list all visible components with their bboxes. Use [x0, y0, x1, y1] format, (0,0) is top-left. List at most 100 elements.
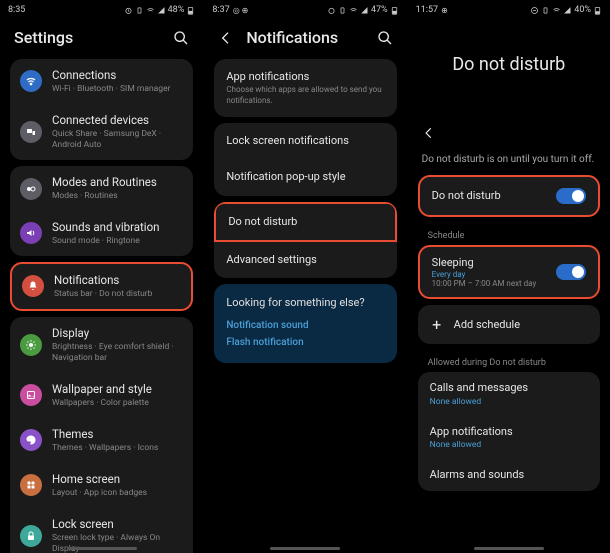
settings-item-sounds[interactable]: Sounds and vibrationSound mode · Rington…: [10, 211, 193, 256]
settings-item-wallpaper[interactable]: Wallpaper and styleWallpapers · Color pa…: [10, 373, 193, 418]
item-title: App notifications: [430, 425, 588, 439]
nav-pill[interactable]: [270, 547, 340, 550]
plus-icon: +: [430, 315, 444, 334]
dnd-status-text: Do not disturb is on until you turn it o…: [408, 154, 610, 175]
search-icon[interactable]: [173, 30, 189, 46]
status-bar: 11:57 ⊕ 40%: [408, 0, 610, 18]
settings-item-display[interactable]: DisplayBrightness · Eye comfort shield ·…: [10, 317, 193, 373]
dnd-toggle-row[interactable]: Do not disturb: [420, 177, 598, 215]
dnd-toggle[interactable]: [556, 188, 586, 204]
item-title: App notifications: [226, 70, 384, 84]
sleeping-toggle[interactable]: [556, 264, 586, 280]
settings-item-connected-devices[interactable]: Connected devicesQuick Share · Samsung D…: [10, 104, 193, 160]
modes-icon: [20, 178, 42, 200]
settings-item-themes[interactable]: ThemesThemes · Wallpapers · Icons: [10, 418, 193, 463]
back-button[interactable]: [218, 30, 234, 46]
item-sub: None allowed: [430, 397, 588, 407]
item-title: Sleeping: [432, 256, 537, 270]
item-sub: Wallpapers · Color palette: [52, 398, 183, 409]
back-button[interactable]: [408, 125, 610, 154]
wifi-icon: [349, 6, 358, 15]
item-title: Sounds and vibration: [52, 220, 183, 235]
home-icon: [20, 474, 42, 496]
schedule-sleeping-row[interactable]: Sleeping Every day 10:00 PM – 7:00 AM ne…: [420, 247, 598, 297]
themes-icon: [20, 429, 42, 451]
item-sub: Sound mode · Ringtone: [52, 236, 183, 247]
settings-item-modes[interactable]: Modes and RoutinesModes · Routines: [10, 166, 193, 211]
item-title: Add schedule: [454, 318, 520, 331]
wifi-icon: [146, 6, 155, 15]
alarm-icon: [327, 6, 336, 15]
app-notifications-allowed-row[interactable]: App notifications None allowed: [418, 416, 600, 459]
item-sub: Brightness · Eye comfort shield · Naviga…: [52, 342, 183, 364]
item-sub: Modes · Routines: [52, 191, 183, 202]
schedule-label: Schedule: [414, 223, 604, 245]
item-title: Lock screen: [52, 517, 183, 532]
wifi-icon: [552, 6, 561, 15]
status-bar: 8:37 ◎ ⊕ 47%: [204, 0, 406, 18]
status-icons: 40%: [530, 5, 602, 15]
battery-text: 40%: [574, 5, 591, 15]
page-title: Settings: [14, 28, 161, 47]
settings-item-connections[interactable]: ConnectionsWi-Fi · Bluetooth · SIM manag…: [10, 59, 193, 104]
advanced-settings-row[interactable]: Advanced settings: [214, 242, 396, 278]
item-title: Notification pop-up style: [226, 170, 384, 184]
suggestion-card: Looking for something else? Notification…: [214, 284, 396, 363]
battery-icon: [390, 6, 399, 15]
do-not-disturb-row[interactable]: Do not disturb: [214, 202, 396, 242]
item-sub: Themes · Wallpapers · Icons: [52, 443, 183, 454]
schedule-days: Every day: [432, 270, 537, 279]
alarms-sounds-row[interactable]: Alarms and sounds: [418, 459, 600, 491]
item-title: Wallpaper and style: [52, 382, 183, 397]
signal-icon: [563, 6, 572, 15]
devices-icon: [20, 121, 42, 143]
signal-icon: [157, 6, 166, 15]
item-sub: Status bar · Do not disturb: [54, 289, 181, 300]
status-icons: 48%: [124, 5, 196, 15]
status-icons: 47%: [327, 5, 399, 15]
lock-icon: [20, 525, 42, 547]
lock-screen-notifications-row[interactable]: Lock screen notifications: [214, 123, 396, 159]
panel-settings: 8:35 48% Settings ConnectionsWi-Fi · Blu…: [0, 0, 203, 553]
dnd-icon: [530, 6, 539, 15]
nav-pill[interactable]: [67, 547, 137, 550]
sound-icon: [20, 222, 42, 244]
vibrate-icon: [338, 6, 347, 15]
signal-icon: [360, 6, 369, 15]
nav-pill[interactable]: [474, 547, 544, 550]
calls-messages-row[interactable]: Calls and messages None allowed: [418, 372, 600, 415]
battery-icon: [186, 6, 195, 15]
status-bar: 8:35 48%: [0, 0, 203, 18]
app-notifications-row[interactable]: App notifications Choose which apps are …: [214, 59, 396, 117]
wallpaper-icon: [20, 384, 42, 406]
allowed-label: Allowed during Do not disturb: [414, 350, 604, 372]
item-sub: Quick Share · Samsung DeX · Android Auto: [52, 129, 183, 151]
item-title: Do not disturb: [432, 189, 501, 203]
item-title: Themes: [52, 427, 183, 442]
add-schedule-row[interactable]: + Add schedule: [418, 305, 600, 344]
status-time: 8:37: [212, 5, 229, 15]
status-time: 11:57: [416, 5, 438, 15]
settings-header: Settings: [0, 18, 203, 59]
alarm-icon: [124, 6, 133, 15]
item-title: Notifications: [54, 273, 181, 288]
notifications-header: Notifications: [204, 18, 406, 59]
bell-icon: [22, 275, 44, 297]
item-title: Alarms and sounds: [430, 468, 588, 482]
settings-item-notifications[interactable]: NotificationsStatus bar · Do not disturb: [12, 264, 191, 309]
battery-text: 48%: [168, 5, 185, 15]
suggest-title: Looking for something else?: [226, 296, 384, 309]
settings-item-home-screen[interactable]: Home screenLayout · App icon badges: [10, 463, 193, 508]
popup-style-row[interactable]: Notification pop-up style: [214, 159, 396, 195]
item-title: Home screen: [52, 472, 183, 487]
display-icon: [20, 334, 42, 356]
suggest-link-flash[interactable]: Flash notification: [226, 334, 384, 351]
page-title: Notifications: [246, 28, 364, 47]
suggest-link-sound[interactable]: Notification sound: [226, 317, 384, 334]
page-title: Do not disturb: [408, 18, 610, 125]
item-title: Lock screen notifications: [226, 134, 384, 148]
item-title: Display: [52, 326, 183, 341]
item-title: Calls and messages: [430, 381, 588, 395]
search-icon[interactable]: [377, 30, 393, 46]
status-extra: ◎ ⊕: [233, 6, 249, 15]
